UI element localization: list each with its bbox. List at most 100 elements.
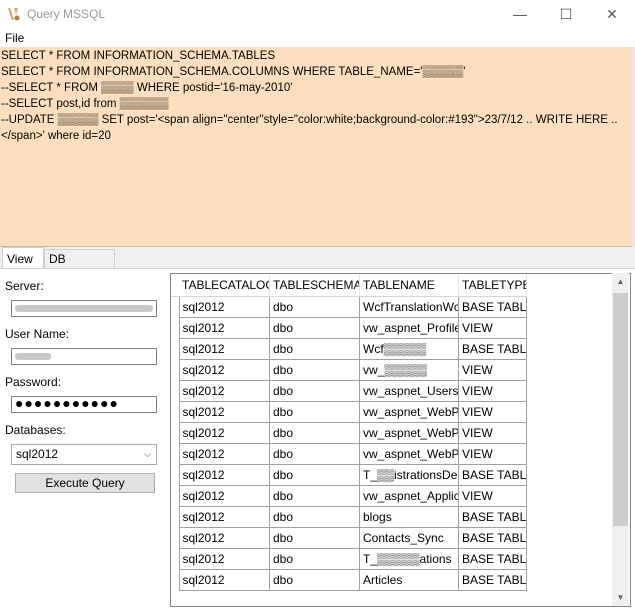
menu-file[interactable]: File [5,31,24,45]
row-header[interactable] [171,506,180,528]
row-header[interactable] [171,443,180,465]
table-cell[interactable]: vw_aspnet_WebPa [359,401,459,423]
minimize-button[interactable]: — [497,0,543,29]
table-row[interactable]: sql2012 dbo vw_aspnet_WebPa VIEW [171,401,527,423]
table-row[interactable]: sql2012 dbo vw_aspnet_Applic VIEW [171,485,527,507]
table-cell[interactable]: BASE TABLE [458,527,527,549]
table-cell[interactable]: vw_aspnet_WebPa [359,443,459,465]
results-grid[interactable]: TABLECATALOG TABLESCHEMA TABLENAME TABLE… [170,273,631,607]
table-cell[interactable]: vw_▒▒▒▒▒ [359,359,459,381]
column-header[interactable]: TABLECATALOG [179,274,270,297]
table-cell[interactable]: VIEW [458,422,527,444]
row-header[interactable] [171,569,180,591]
table-cell[interactable]: Wcf▒▒▒▒▒ [359,338,459,360]
table-row[interactable]: sql2012 dbo vw_▒▒▒▒▒ VIEW [171,359,527,381]
table-cell[interactable]: sql2012 [179,464,270,486]
row-header[interactable] [171,338,180,360]
scroll-down-icon[interactable]: ▼ [612,589,629,606]
server-field[interactable] [11,300,157,317]
table-cell[interactable]: Articles [359,569,459,591]
table-cell[interactable]: sql2012 [179,548,270,570]
scroll-up-icon[interactable]: ▲ [612,273,629,290]
column-header[interactable]: TABLENAME [359,274,459,297]
table-cell[interactable]: sql2012 [179,485,270,507]
databases-select[interactable]: sql2012 ⌵ [11,444,157,465]
close-button[interactable]: ✕ [589,0,635,29]
table-row[interactable]: sql2012dboArticlesBASE TABLE [171,569,527,591]
table-cell[interactable]: sql2012 [179,296,270,318]
password-field[interactable]: ●●●●●●●●●●● [11,396,157,413]
row-header[interactable] [171,422,180,444]
tab-view[interactable]: View [2,247,44,269]
table-cell[interactable]: sql2012 [179,317,270,339]
table-cell[interactable]: dbo [269,359,360,381]
row-header[interactable] [171,485,180,507]
table-cell[interactable]: WcfTranslationWc [359,296,459,318]
column-header[interactable]: TABLESCHEMA [269,274,360,297]
table-row[interactable]: sql2012dboT_▒▒istrationsDeBASE TABLE [171,464,527,486]
table-cell[interactable]: vw_aspnet_UsersI [359,380,459,402]
table-cell[interactable]: VIEW [458,359,527,381]
table-cell[interactable]: dbo [269,506,360,528]
table-cell[interactable]: sql2012 [179,380,270,402]
table-row[interactable]: sql2012 dbo vw_aspnet_Profile VIEW [171,317,527,339]
row-header[interactable] [171,548,180,570]
table-cell[interactable]: sql2012 [179,338,270,360]
table-cell[interactable]: VIEW [458,317,527,339]
row-header[interactable] [171,359,180,381]
row-header[interactable] [171,317,180,339]
table-row[interactable]: sql2012 dbo vw_aspnet_WebPa VIEW [171,443,527,465]
grid-scrollbar[interactable]: ▲ ▼ [612,273,629,606]
table-cell[interactable]: VIEW [458,380,527,402]
table-row[interactable]: sql2012dboWcf▒▒▒▒▒BASE TABLE [171,338,527,360]
table-cell[interactable]: Contacts_Sync [359,527,459,549]
table-row[interactable]: sql2012dboT_▒▒▒▒▒ationsBASE TABLE [171,548,527,570]
table-cell[interactable]: sql2012 [179,359,270,381]
table-row[interactable]: sql2012 dbo vw_aspnet_UsersI VIEW [171,380,527,402]
username-field[interactable] [11,348,157,365]
table-cell[interactable]: T_▒▒▒▒▒ations [359,548,459,570]
table-cell[interactable]: sql2012 [179,569,270,591]
table-cell[interactable]: vw_aspnet_Applic [359,485,459,507]
table-cell[interactable]: sql2012 [179,527,270,549]
scrollbar-thumb[interactable] [613,293,628,526]
table-cell[interactable]: sql2012 [179,506,270,528]
table-cell[interactable]: BASE TABLE [458,296,527,318]
table-row[interactable]: sql2012dboWcfTranslationWcBASE TABLE [171,296,527,318]
table-cell[interactable]: VIEW [458,485,527,507]
table-cell[interactable]: dbo [269,338,360,360]
table-cell[interactable]: BASE TABLE [458,548,527,570]
table-row[interactable]: sql2012 dbo vw_aspnet_WebPa VIEW [171,422,527,444]
table-cell[interactable]: dbo [269,443,360,465]
table-cell[interactable]: BASE TABLE [458,338,527,360]
table-cell[interactable]: VIEW [458,401,527,423]
table-cell[interactable]: BASE TABLE [458,506,527,528]
table-cell[interactable]: sql2012 [179,422,270,444]
table-cell[interactable]: sql2012 [179,443,270,465]
query-editor[interactable]: SELECT * FROM INFORMATION_SCHEMA.TABLES … [0,47,632,247]
table-cell[interactable]: dbo [269,485,360,507]
table-cell[interactable]: dbo [269,380,360,402]
table-cell[interactable]: BASE TABLE [458,464,527,486]
table-cell[interactable]: dbo [269,464,360,486]
maximize-button[interactable]: ☐ [543,0,589,29]
row-header[interactable] [171,296,180,318]
row-header[interactable] [171,527,180,549]
table-row[interactable]: sql2012dboblogsBASE TABLE [171,506,527,528]
row-header[interactable] [171,401,180,423]
table-cell[interactable]: dbo [269,296,360,318]
table-cell[interactable]: blogs [359,506,459,528]
table-cell[interactable]: vw_aspnet_WebPa [359,422,459,444]
table-cell[interactable]: sql2012 [179,401,270,423]
table-cell[interactable]: dbo [269,527,360,549]
table-cell[interactable]: dbo [269,422,360,444]
column-header[interactable]: TABLETYPE [458,274,527,297]
table-cell[interactable]: vw_aspnet_Profile [359,317,459,339]
table-cell[interactable]: T_▒▒istrationsDe [359,464,459,486]
tab-db-schema[interactable]: DB Schema [44,249,115,284]
table-cell[interactable]: dbo [269,569,360,591]
table-cell[interactable]: VIEW [458,443,527,465]
row-header[interactable] [171,380,180,402]
table-cell[interactable]: dbo [269,401,360,423]
table-cell[interactable]: dbo [269,548,360,570]
